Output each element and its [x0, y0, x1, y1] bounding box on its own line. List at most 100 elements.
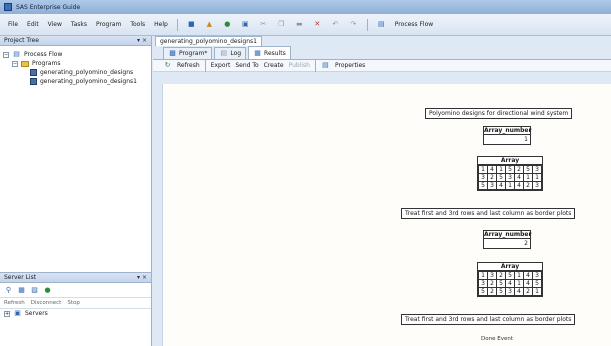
- grid-cell: 1: [496, 165, 506, 174]
- search-icon[interactable]: ⚲: [4, 286, 13, 295]
- create-button[interactable]: Create: [264, 62, 284, 69]
- grid-cell: 4: [523, 271, 533, 280]
- tree-item-program-2[interactable]: generating_polyomino_designs1: [3, 77, 148, 86]
- tab-results[interactable]: ▦ Results: [248, 46, 291, 59]
- collapse-icon[interactable]: −: [12, 60, 18, 67]
- document-tab[interactable]: generating_polyomino_designs1: [155, 36, 262, 46]
- grid-cell: 4: [514, 181, 524, 190]
- grid-cell: 1: [478, 165, 488, 174]
- redo-icon[interactable]: ↷: [349, 20, 358, 29]
- server-list-toolbar: ⚲ ▦ ▧ ●: [0, 283, 151, 298]
- menu-tools[interactable]: Tools: [130, 21, 145, 28]
- grid-cell: 3: [487, 271, 497, 280]
- grid-cell: 3: [478, 279, 488, 288]
- table-row: 1 3 2 5 1 4 3: [478, 271, 542, 280]
- window-title: SAS Enterprise Guide: [16, 3, 81, 11]
- properties-button[interactable]: Properties: [335, 62, 365, 69]
- variable-header: Array_number: [484, 127, 532, 135]
- refresh-button[interactable]: Refresh: [177, 62, 200, 69]
- pin-close-icon[interactable]: ▾ ×: [137, 37, 147, 44]
- delete-icon[interactable]: ✕: [313, 20, 322, 29]
- tab-label: Program*: [179, 50, 208, 57]
- refresh-icon: ↻: [164, 61, 171, 69]
- grid-cell: 2: [487, 279, 497, 288]
- refresh-button[interactable]: Refresh: [4, 300, 25, 306]
- grid-cell: 3: [505, 287, 515, 296]
- tree-item-process-flow[interactable]: − ▤ Process Flow: [3, 50, 148, 59]
- tree-item-servers[interactable]: + ▣ Servers: [0, 309, 151, 318]
- menu-help[interactable]: Help: [154, 21, 168, 28]
- tab-program[interactable]: ▩ Program*: [163, 47, 213, 59]
- server-view-icon[interactable]: ▦: [17, 286, 26, 295]
- array-table: Array 1 3 2 5 1 4 3 3 2 5 4 1 4 5 5 2 5 …: [477, 262, 543, 297]
- grid-cell: 5: [478, 181, 488, 190]
- menu-edit[interactable]: Edit: [27, 21, 39, 28]
- server-view-icon[interactable]: ▧: [30, 286, 39, 295]
- table-row: 5 3 4 1 4 2 3: [478, 181, 542, 190]
- title-bar: SAS Enterprise Guide: [0, 0, 611, 14]
- grid-cell: 1: [532, 173, 542, 182]
- properties-icon: ▤: [322, 61, 329, 69]
- grid-cell: 3: [478, 173, 488, 182]
- grid-cell: 5: [496, 287, 506, 296]
- results-heading: Polyomino designs for directional wind s…: [425, 108, 573, 119]
- grid-cell: 4: [514, 287, 524, 296]
- tree-item-program-1[interactable]: generating_polyomino_designs: [3, 68, 148, 77]
- menu-bar: File Edit View Tasks Program Tools Help …: [0, 14, 611, 36]
- grid-cell: 1: [478, 271, 488, 280]
- cut-icon[interactable]: ✂: [259, 20, 268, 29]
- undo-icon[interactable]: ↶: [331, 20, 340, 29]
- grid-cell: 2: [523, 181, 533, 190]
- table-row: 1 4 1 5 2 5 3: [478, 165, 542, 174]
- stop-button[interactable]: Stop: [67, 300, 80, 306]
- process-flow-icon: ▤: [13, 50, 20, 58]
- grid-cell: 2: [496, 271, 506, 280]
- project-tree-header: Project Tree ▾ ×: [0, 36, 151, 46]
- variable-value: 2: [524, 240, 528, 247]
- menu-file[interactable]: File: [8, 21, 18, 28]
- collapse-icon[interactable]: −: [3, 51, 9, 58]
- process-flow-button[interactable]: Process Flow: [395, 21, 433, 28]
- tree-item-programs[interactable]: − Programs: [3, 59, 148, 68]
- array-grid: 1 4 1 5 2 5 3 3 2 5 3 4 1 1 5 3 4 1 4 2 …: [478, 165, 542, 190]
- grid-cell: 4: [487, 165, 497, 174]
- toolbar-separator: [204, 59, 206, 72]
- menu-program[interactable]: Program: [96, 21, 121, 28]
- program-icon: ▩: [169, 49, 176, 57]
- copy-icon[interactable]: ❐: [277, 20, 286, 29]
- array-number-table: Array_number 2: [483, 230, 531, 249]
- server-list-actions: Refresh Disconnect Stop: [0, 298, 151, 309]
- variable-value: 1: [524, 136, 528, 143]
- menu-view[interactable]: View: [48, 21, 62, 28]
- disconnect-button[interactable]: Disconnect: [31, 300, 62, 306]
- grid-cell: 2: [523, 287, 533, 296]
- publish-button[interactable]: Publish: [289, 62, 310, 69]
- menu-tasks[interactable]: Tasks: [71, 21, 87, 28]
- array-header: Array: [478, 263, 542, 271]
- connect-icon[interactable]: ●: [43, 286, 52, 295]
- border-plots-note: Treat first and 3rd rows and last column…: [401, 314, 576, 325]
- expand-icon[interactable]: +: [4, 310, 10, 317]
- pin-close-icon[interactable]: ▾ ×: [137, 274, 147, 281]
- results-pane[interactable]: Polyomino designs for directional wind s…: [162, 84, 611, 346]
- server-list-header: Server List ▾ ×: [0, 273, 151, 283]
- export-button[interactable]: Export: [211, 62, 231, 69]
- add-data-icon[interactable]: ●: [223, 20, 232, 29]
- app-icon: [4, 3, 12, 11]
- grid-cell: 3: [532, 165, 542, 174]
- send-to-button[interactable]: Send To: [235, 62, 258, 69]
- project-tree-panel: Project Tree ▾ × − ▤ Process Flow − Prog…: [0, 36, 152, 272]
- grid-cell: 5: [478, 287, 488, 296]
- grid-cell: 4: [505, 279, 515, 288]
- project-tree: − ▤ Process Flow − Programs generating_p…: [0, 46, 151, 90]
- open-icon[interactable]: ▲: [205, 20, 214, 29]
- grid-cell: 3: [532, 271, 542, 280]
- paste-icon[interactable]: ▬: [295, 20, 304, 29]
- new-item-icon[interactable]: ■: [187, 20, 196, 29]
- grid-cell: 3: [505, 173, 515, 182]
- results-icon: ▦: [254, 48, 261, 57]
- tab-log[interactable]: ▤ Log: [214, 47, 247, 59]
- log-icon: ▤: [220, 49, 228, 57]
- print-icon[interactable]: ▣: [241, 20, 250, 29]
- process-flow-icon[interactable]: ▤: [377, 20, 386, 29]
